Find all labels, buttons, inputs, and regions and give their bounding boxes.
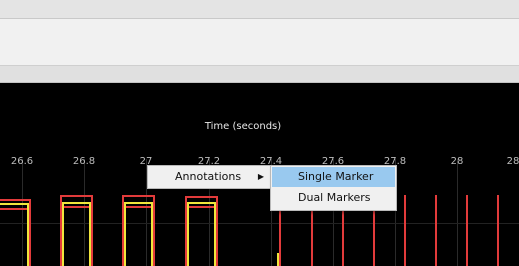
context-menu: Annotations ▶ <box>147 165 272 189</box>
menu-item-dual-markers[interactable]: Dual Markers <box>272 188 395 208</box>
control-panel <box>0 19 519 66</box>
submenu-arrow-icon: ▶ <box>257 172 264 181</box>
menu-item-single-marker[interactable]: Single Marker <box>272 167 395 187</box>
panel-divider-strip <box>0 66 519 83</box>
menu-item-annotations[interactable]: Annotations ▶ <box>149 167 270 187</box>
menu-item-label: Dual Markers <box>298 191 371 204</box>
red-trace <box>0 195 499 266</box>
top-toolbar-strip <box>0 0 519 19</box>
menu-item-label: Annotations <box>175 170 242 183</box>
menu-item-label: Single Marker <box>298 170 374 183</box>
annotations-submenu: Single Marker Dual Markers <box>270 165 397 211</box>
yellow-trace <box>0 202 279 266</box>
